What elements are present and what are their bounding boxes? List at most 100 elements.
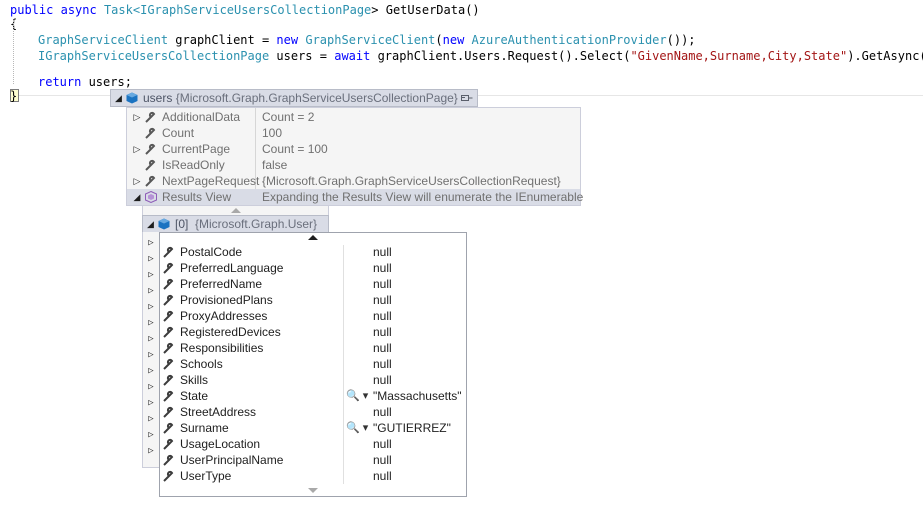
code-line-1[interactable]: public async Task<IGraphServiceUsersColl… <box>10 2 480 18</box>
member-value: null <box>373 277 392 291</box>
expand-triangle-icon[interactable]: ▷ <box>146 379 156 395</box>
datatip-item: [0] {Microsoft.Graph.User} <box>175 216 317 232</box>
member-name: NextPageRequest <box>162 174 260 188</box>
wrench-icon <box>163 470 174 482</box>
keyword: return <box>38 75 82 89</box>
member-value: null <box>373 373 392 387</box>
wrench-icon <box>163 454 174 466</box>
scroll-down-icon[interactable] <box>308 488 318 493</box>
wrench-icon <box>163 262 174 274</box>
item-index: [0] <box>175 217 189 231</box>
collapse-triangle-icon[interactable]: ◢ <box>132 189 142 205</box>
datatip-row[interactable]: Count 100 <box>127 125 580 141</box>
member-name: RegisteredDevices <box>180 325 281 339</box>
closing-brace[interactable]: } <box>10 88 17 104</box>
expand-triangle-icon[interactable]: ▷ <box>146 315 156 331</box>
code-line-3[interactable]: GraphServiceClient graphClient = new Gra… <box>38 32 696 48</box>
collapse-triangle-icon[interactable]: ◢ <box>115 90 122 106</box>
datatip-variable: users {Microsoft.Graph.GraphServiceUsers… <box>143 90 458 106</box>
text-visualizer-icon[interactable]: 🔍 ▾ <box>346 420 368 436</box>
expand-triangle-icon[interactable]: ▷ <box>132 173 142 189</box>
type-name: IGraphServiceUsersCollectionPage <box>38 49 270 63</box>
code-text: users = <box>269 49 335 63</box>
wrench-icon <box>163 310 174 322</box>
user-member-row-state[interactable]: State 🔍 ▾ "Massachusetts" <box>160 388 466 404</box>
member-value: "Massachusetts" <box>373 389 462 403</box>
user-member-row[interactable]: PreferredLanguage null <box>160 260 466 276</box>
code-text: ( <box>435 33 443 47</box>
member-name: Results View <box>162 190 232 204</box>
user-member-row[interactable]: ProvisionedPlans null <box>160 292 466 308</box>
code-line-4[interactable]: IGraphServiceUsersCollectionPage users =… <box>38 48 923 64</box>
datatip-row[interactable]: IsReadOnly false <box>127 157 580 173</box>
expand-triangle-icon[interactable]: ▷ <box>146 267 156 283</box>
user-member-row-surname[interactable]: Surname 🔍 ▾ "GUTIERREZ" <box>160 420 466 436</box>
expand-triangle-icon[interactable]: ▷ <box>146 347 156 363</box>
keyword: public <box>10 3 54 17</box>
user-member-row[interactable]: StreetAddress null <box>160 404 466 420</box>
expand-triangle-icon[interactable]: ▷ <box>146 411 156 427</box>
member-name: Count <box>162 126 195 140</box>
user-member-row[interactable]: Responsibilities null <box>160 340 466 356</box>
user-member-row[interactable]: Schools null <box>160 356 466 372</box>
user-member-row[interactable]: UserType null <box>160 468 466 484</box>
expand-triangle-icon[interactable]: ▷ <box>146 443 156 459</box>
wrench-icon <box>163 390 174 402</box>
pin-icon[interactable] <box>461 93 473 103</box>
datatip-row[interactable]: ▷ NextPageRequest {Microsoft.Graph.Graph… <box>127 173 580 189</box>
expand-triangle-icon[interactable]: ▷ <box>132 141 142 157</box>
member-value: null <box>373 437 392 451</box>
member-value: null <box>373 453 392 467</box>
code-line-5[interactable]: return users; <box>38 74 132 90</box>
user-member-row[interactable]: RegisteredDevices null <box>160 324 466 340</box>
datatip-row[interactable]: ▷ CurrentPage Count = 100 <box>127 141 580 157</box>
keyword: new <box>276 33 299 47</box>
scroll-up-icon[interactable] <box>308 235 318 240</box>
member-name: StreetAddress <box>180 405 257 419</box>
variable-type: {Microsoft.Graph.GraphServiceUsersCollec… <box>175 91 458 105</box>
wrench-icon <box>145 143 156 155</box>
text-visualizer-icon[interactable]: 🔍 ▾ <box>346 388 368 404</box>
wrench-icon <box>163 406 174 418</box>
expand-triangle-icon[interactable]: ▷ <box>146 363 156 379</box>
wrench-icon <box>163 358 174 370</box>
expand-triangle-icon[interactable]: ▷ <box>146 283 156 299</box>
code-text: users; <box>81 75 132 89</box>
member-name: CurrentPage <box>162 142 231 156</box>
datatip-row[interactable]: ▷ AdditionalData Count = 2 <box>127 109 580 125</box>
expand-triangle-icon[interactable]: ▷ <box>146 235 156 251</box>
member-value: null <box>373 405 392 419</box>
member-value: null <box>373 357 392 371</box>
member-name: IsReadOnly <box>162 158 225 172</box>
datatip-users-members[interactable]: ▷ AdditionalData Count = 2 Count 100 ▷ C… <box>126 107 583 206</box>
user-member-row[interactable]: ProxyAddresses null <box>160 308 466 324</box>
scroll-up-icon[interactable] <box>231 208 241 213</box>
expand-triangle-icon[interactable]: ▷ <box>132 109 142 125</box>
object-cube-icon <box>158 218 170 230</box>
datatip-header-users[interactable]: ◢ users {Microsoft.Graph.GraphServiceUse… <box>110 89 478 107</box>
member-value: Count = 2 <box>262 110 315 124</box>
expand-triangle-icon[interactable]: ▷ <box>146 299 156 315</box>
user-member-row[interactable]: UsageLocation null <box>160 436 466 452</box>
user-member-row[interactable]: PreferredName null <box>160 276 466 292</box>
member-name: UserPrincipalName <box>180 453 284 467</box>
user-member-row[interactable]: Skills null <box>160 372 466 388</box>
expand-triangle-icon[interactable]: ▷ <box>146 427 156 443</box>
datatip-header-user-0[interactable]: ◢ [0] {Microsoft.Graph.User} <box>142 215 329 233</box>
expand-triangle-icon[interactable]: ▷ <box>146 251 156 267</box>
expand-triangle-icon[interactable]: ▷ <box>146 331 156 347</box>
member-name: AdditionalData <box>162 110 241 124</box>
datatip-user-members[interactable]: PostalCode null PreferredLanguage null P… <box>159 232 467 497</box>
user-member-row[interactable]: UserPrincipalName null <box>160 452 466 468</box>
wrench-icon <box>145 127 156 139</box>
wrench-icon <box>163 422 174 434</box>
expand-triangle-icon[interactable]: ▷ <box>146 395 156 411</box>
datatip-row-results-view[interactable]: ◢ Results View Expanding the Results Vie… <box>127 189 583 205</box>
collapse-triangle-icon[interactable]: ◢ <box>147 216 154 232</box>
code-text: graphClient = <box>168 33 277 47</box>
member-name: PreferredLanguage <box>180 261 284 275</box>
user-member-row[interactable]: PostalCode null <box>160 244 466 260</box>
code-text: graphClient.Users.Request().Select( <box>370 49 631 63</box>
member-value: Count = 100 <box>262 142 328 156</box>
